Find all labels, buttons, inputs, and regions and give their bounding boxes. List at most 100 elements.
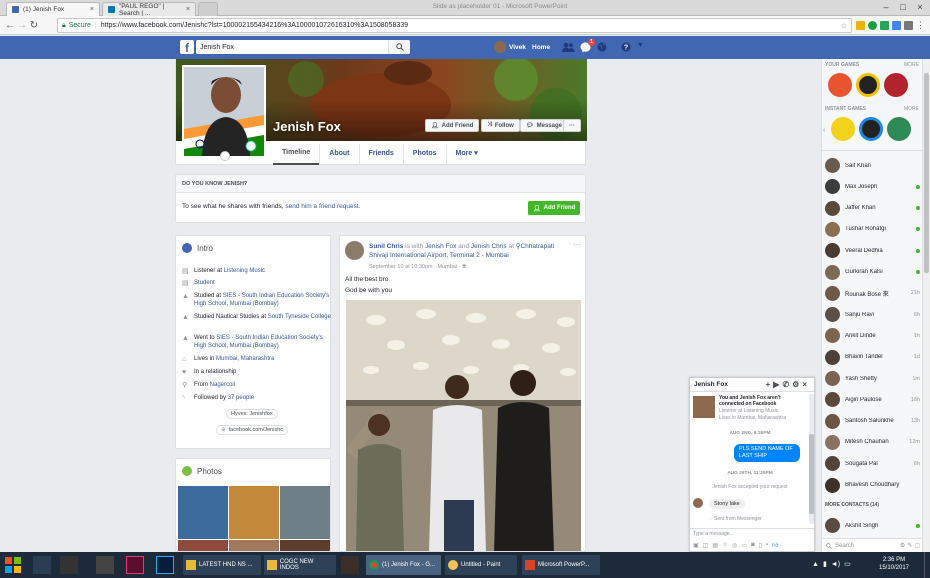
tab-photos[interactable]: Photos: [402, 144, 446, 164]
forward-arrow-icon[interactable]: →: [16, 20, 28, 31]
chat-search-bar[interactable]: Search ⚙✎▢: [822, 538, 922, 552]
post-author-link[interactable]: Sunil Chris: [369, 243, 403, 250]
game-icon[interactable]: [831, 117, 855, 141]
account-menu-chevron-down-icon[interactable]: ▼: [637, 42, 644, 49]
contact-row[interactable]: Saif Khan: [825, 155, 920, 176]
avatar[interactable]: [345, 241, 364, 260]
payments-icon[interactable]: ▭: [741, 542, 747, 549]
close-tab-icon[interactable]: ×: [186, 6, 190, 13]
contact-row[interactable]: Aigin Paulose 16h: [825, 389, 920, 410]
contact-row[interactable]: Yash Shetty 1m: [825, 368, 920, 389]
game-icon[interactable]: ◎: [732, 542, 737, 549]
add-friend-button[interactable]: 👤︎ Add Friend: [528, 201, 581, 215]
profile-shortcut[interactable]: Vivek: [494, 41, 526, 53]
outgoing-message[interactable]: PLS SEND NAME OF LAST SHIP: [734, 444, 800, 462]
extension-icon[interactable]: [892, 21, 901, 30]
photo-thumbnail[interactable]: [229, 486, 279, 539]
contact-row[interactable]: Gurkiran Kalsi: [825, 262, 920, 283]
app-icon[interactable]: [341, 556, 359, 574]
8-ball-game-icon[interactable]: [859, 117, 883, 141]
chat-scrollbar[interactable]: [809, 394, 814, 524]
facebook-logo-icon[interactable]: f: [180, 40, 194, 55]
home-link[interactable]: Home: [532, 44, 550, 51]
photo-icon[interactable]: ▣: [693, 542, 699, 549]
post-options-icon[interactable]: ···: [573, 240, 581, 249]
explorer-icon[interactable]: [33, 556, 51, 574]
contact-row[interactable]: Bhavesh Choudhary: [825, 475, 920, 496]
chat-search-input[interactable]: Search: [835, 543, 854, 549]
windows-start-icon[interactable]: [4, 556, 22, 574]
back-arrow-icon[interactable]: ←: [4, 20, 16, 31]
file-icon[interactable]: ▯: [759, 542, 762, 549]
movie-maker-icon[interactable]: [96, 556, 114, 574]
chat-message-input[interactable]: Type a message...: [693, 531, 734, 537]
action-center-icon[interactable]: ▭: [844, 560, 851, 568]
tab-more[interactable]: More ▾: [445, 144, 487, 164]
tagged-friend-link[interactable]: Jenish Fox: [425, 243, 456, 250]
game-icon[interactable]: [884, 73, 908, 97]
bookmark-star-icon[interactable]: ☆: [841, 22, 847, 30]
contact-row[interactable]: Max Joseph: [825, 176, 920, 197]
follow-button[interactable]: ⤨ Follow: [481, 119, 520, 132]
search-button[interactable]: [388, 40, 410, 54]
chat-header[interactable]: Jenish Fox +▶✆⚙×: [690, 378, 814, 392]
camera-icon[interactable]: ◙: [751, 542, 755, 548]
phone-icon[interactable]: ✆: [782, 380, 792, 389]
close-tab-icon[interactable]: ×: [90, 6, 94, 13]
network-icon[interactable]: ▮: [823, 560, 827, 568]
indesign-icon[interactable]: [126, 556, 144, 574]
tagged-friend-link[interactable]: Jenish Chris: [471, 243, 507, 250]
photo-thumbnail[interactable]: [178, 540, 228, 551]
photoshop-icon[interactable]: [156, 556, 174, 574]
thumbs-up-icon[interactable]: 👍︎: [772, 541, 778, 549]
volume-icon[interactable]: ◄): [831, 561, 840, 568]
chat-title[interactable]: Jenish Fox: [694, 381, 728, 388]
extension-icon[interactable]: [880, 21, 889, 30]
contact-row[interactable]: Akshit Singh: [825, 515, 920, 536]
send-friend-request-link[interactable]: send him a friend request.: [285, 203, 360, 210]
hyves-pill[interactable]: Hyves: Jenishfox: [226, 409, 278, 419]
scrollbar-thumb[interactable]: [924, 73, 929, 273]
page-scrollbar[interactable]: [922, 59, 930, 552]
taskbar-item-paint[interactable]: Untitled - Paint: [445, 555, 517, 575]
tab-friends[interactable]: Friends: [358, 144, 403, 164]
tab-about[interactable]: About: [319, 144, 358, 164]
show-hidden-icons-icon[interactable]: ▲: [812, 561, 819, 568]
more-options-button[interactable]: ···: [563, 119, 581, 132]
gif-icon[interactable]: ▤: [712, 542, 718, 549]
contact-row[interactable]: Sanju Ravi 6h: [825, 304, 920, 325]
message-button[interactable]: 💬︎ Message: [520, 119, 568, 132]
maximize-icon[interactable]: □: [895, 1, 911, 13]
show-desktop-button[interactable]: [924, 552, 930, 578]
settings-gear-icon[interactable]: ⚙: [792, 380, 802, 389]
clock[interactable]: 2:36 PM 15/10/2017: [876, 556, 912, 572]
help-icon[interactable]: ?: [621, 42, 631, 52]
taskbar-item-chrome[interactable]: (1) Jenish Fox - G...: [366, 555, 441, 575]
more-icon[interactable]: ▪: [766, 542, 768, 548]
camera-badge-icon[interactable]: [220, 151, 230, 161]
tab-timeline[interactable]: Timeline: [273, 143, 320, 165]
more-games-link[interactable]: MORE: [904, 62, 919, 68]
incoming-message[interactable]: Stony lake: [709, 499, 745, 509]
friend-requests-icon[interactable]: [562, 42, 575, 52]
profile-picture[interactable]: [182, 65, 266, 158]
game-icon[interactable]: [828, 73, 852, 97]
chrome-menu-icon[interactable]: ⋮: [916, 20, 925, 31]
more-instant-games-link[interactable]: MORE: [904, 106, 919, 112]
website-pill[interactable]: ⊕ facebook.com/Jenishc: [216, 425, 289, 435]
contact-row[interactable]: Sougata Pal 6h: [825, 453, 920, 474]
photo-thumbnail[interactable]: [178, 486, 228, 539]
browser-tab-search[interactable]: "PAUL REGO" | Search | ... ×: [102, 2, 196, 17]
photo-thumbnail[interactable]: [229, 540, 279, 551]
chevron-left-icon[interactable]: ‹: [823, 127, 825, 134]
sticker-icon[interactable]: ◫: [703, 542, 709, 549]
profile-name[interactable]: Jenish Fox: [273, 119, 341, 134]
new-tab-button[interactable]: [198, 2, 218, 16]
contact-row[interactable]: Rounak Bose 來 21h: [825, 283, 920, 304]
extension-icon[interactable]: [904, 21, 913, 30]
contact-row[interactable]: Jaffer Khan: [825, 198, 920, 219]
extension-icon[interactable]: [856, 21, 865, 30]
close-window-icon[interactable]: ×: [912, 1, 928, 13]
taskbar-item[interactable]: COGC NEW INDOS: [264, 555, 336, 575]
browser-tab-facebook[interactable]: (1) Jenish Fox ×: [6, 2, 100, 16]
